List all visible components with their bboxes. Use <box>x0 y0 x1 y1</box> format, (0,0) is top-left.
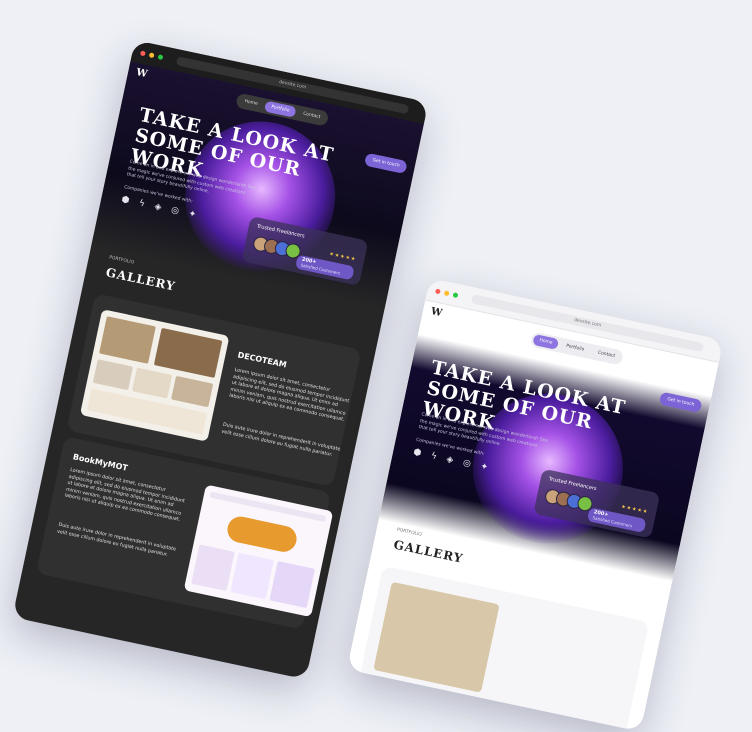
rating-stars: ★★★★★ <box>620 503 649 516</box>
bolt-icon: ϟ <box>137 198 146 210</box>
decoteam-screenshot <box>79 309 230 442</box>
address-bar-url: devsite.com <box>278 79 307 91</box>
avatar-stack <box>543 487 594 513</box>
close-window-button[interactable] <box>435 287 441 294</box>
nav-portfolio[interactable]: Portfolio <box>559 340 591 357</box>
maximize-window-button[interactable] <box>452 291 459 298</box>
gallery-title: GALLERY <box>104 265 177 294</box>
bolt-icon: ϟ <box>429 451 438 463</box>
project-description: Lorem ipsum dolor sit amet, consectetur … <box>228 367 350 423</box>
project-description: Lorem ipsum dolor sit amet, consectetur … <box>64 467 186 523</box>
nav-contact[interactable]: Contact <box>591 346 622 363</box>
cube-icon: ⬢ <box>412 447 423 459</box>
ring-icon: ◎ <box>170 205 180 217</box>
close-window-button[interactable] <box>140 49 146 56</box>
project-name: DECOTEAM <box>236 350 288 370</box>
maximize-window-button[interactable] <box>157 53 164 60</box>
project-screenshot <box>373 581 500 693</box>
rating-stars: ★★★★★ <box>328 251 357 263</box>
project-description-2: Duis aute irure dolor in reprehenderit i… <box>220 422 341 458</box>
gallery-eyebrow: PORTFOLIO <box>108 255 135 266</box>
site-logo[interactable]: W <box>134 67 159 87</box>
address-bar-url: devsite.com <box>573 317 602 329</box>
ring-icon: ◎ <box>461 458 472 470</box>
minimize-window-button[interactable] <box>148 51 155 58</box>
bookmymot-screenshot <box>183 484 334 618</box>
trusted-freelancers-card: Trusted Freelancers ★★★★★ 200+ Satisfied… <box>241 215 369 286</box>
gallery-title: GALLERY <box>392 537 465 566</box>
light-mode-tablet: devsite.com W Home Portfolio Contact ☾ G… <box>346 278 724 732</box>
layers-icon: ◈ <box>445 454 455 466</box>
layers-icon: ◈ <box>153 201 163 214</box>
nav-portfolio[interactable]: Portfolio <box>264 100 297 118</box>
nav-home[interactable]: Home <box>238 95 265 111</box>
gallery-eyebrow: PORTFOLIO <box>396 527 423 538</box>
nav-contact[interactable]: Contact <box>296 107 327 124</box>
project-description-2: Duis aute irure dolor in reprehenderit i… <box>56 522 177 558</box>
site-logo[interactable]: W <box>429 306 454 326</box>
avatar-stack <box>251 235 302 260</box>
nav-home[interactable]: Home <box>532 333 560 350</box>
minimize-window-button[interactable] <box>443 289 450 296</box>
cube-icon: ⬢ <box>120 194 131 207</box>
